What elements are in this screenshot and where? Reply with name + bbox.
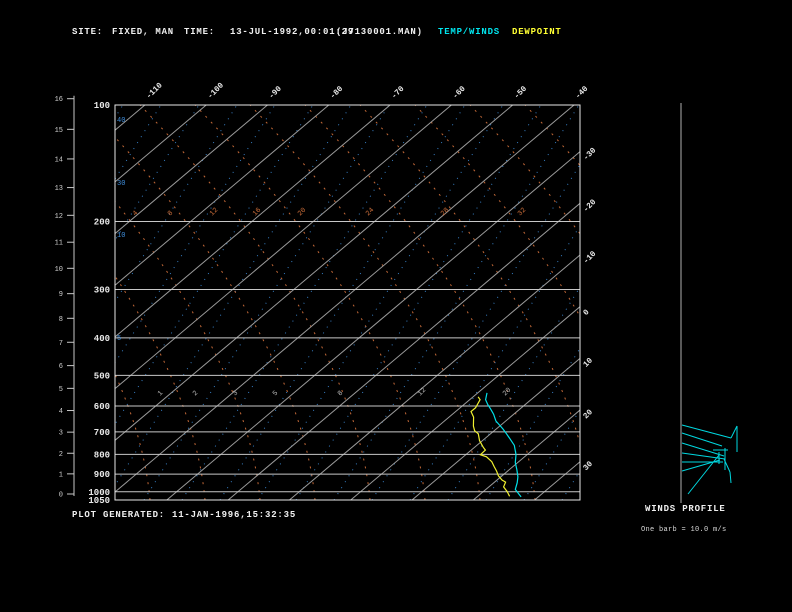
svg-text:800: 800 xyxy=(94,450,110,460)
svg-text:32: 32 xyxy=(516,207,528,219)
svg-text:16: 16 xyxy=(55,96,63,104)
svg-text:-100: -100 xyxy=(206,81,226,101)
svg-text:10: 10 xyxy=(582,356,595,369)
svg-text:-20: -20 xyxy=(582,198,599,215)
svg-text:12: 12 xyxy=(55,213,63,221)
svg-text:12: 12 xyxy=(416,387,428,399)
svg-text:5: 5 xyxy=(117,335,121,343)
svg-text:20: 20 xyxy=(501,387,513,399)
svg-text:24: 24 xyxy=(364,207,376,219)
svg-text:30: 30 xyxy=(117,180,125,188)
svg-text:1: 1 xyxy=(59,471,63,479)
svg-text:2: 2 xyxy=(191,389,200,398)
svg-text:10: 10 xyxy=(55,266,63,274)
svg-text:1050: 1050 xyxy=(88,496,110,506)
svg-text:6: 6 xyxy=(59,363,63,371)
svg-text:20: 20 xyxy=(296,207,308,219)
plot-generated-value: 11-JAN-1996,15:32:35 xyxy=(172,510,297,520)
svg-text:15: 15 xyxy=(55,127,63,135)
skewt-plot-svg: 1002003004005006007008009001000105016151… xyxy=(55,81,738,506)
svg-text:12: 12 xyxy=(208,207,220,219)
svg-text:300: 300 xyxy=(94,286,110,296)
winds-profile-caption: One barb = 10.0 m/s xyxy=(641,526,727,534)
svg-text:11: 11 xyxy=(55,240,63,248)
svg-text:-40: -40 xyxy=(574,84,591,101)
svg-text:40: 40 xyxy=(117,117,125,125)
svg-text:20: 20 xyxy=(582,408,595,421)
svg-text:7: 7 xyxy=(59,340,63,348)
svg-text:2: 2 xyxy=(59,451,63,459)
svg-text:-50: -50 xyxy=(512,84,529,101)
svg-text:-30: -30 xyxy=(582,146,599,163)
svg-text:500: 500 xyxy=(94,371,110,381)
svg-text:5: 5 xyxy=(59,386,63,394)
svg-text:30: 30 xyxy=(582,460,595,473)
svg-text:8: 8 xyxy=(166,209,175,218)
svg-text:-110: -110 xyxy=(145,81,165,101)
svg-text:0: 0 xyxy=(59,492,63,500)
svg-text:100: 100 xyxy=(94,101,110,111)
svg-text:8: 8 xyxy=(336,389,345,398)
svg-text:-70: -70 xyxy=(390,84,407,101)
svg-text:5: 5 xyxy=(271,389,280,398)
plot-generated-label: PLOT GENERATED: xyxy=(72,510,166,520)
svg-text:10: 10 xyxy=(117,232,125,240)
svg-text:16: 16 xyxy=(251,207,263,219)
svg-text:200: 200 xyxy=(94,217,110,227)
svg-text:8: 8 xyxy=(59,316,63,324)
svg-text:1: 1 xyxy=(156,389,165,398)
svg-text:600: 600 xyxy=(94,402,110,412)
svg-text:-60: -60 xyxy=(451,84,468,101)
svg-text:-80: -80 xyxy=(329,84,346,101)
svg-text:0: 0 xyxy=(582,308,592,318)
winds-profile-title: WINDS PROFILE xyxy=(645,504,726,514)
svg-text:400: 400 xyxy=(94,334,110,344)
svg-text:13: 13 xyxy=(55,185,63,193)
svg-text:3: 3 xyxy=(59,430,63,438)
svg-text:9: 9 xyxy=(59,291,63,299)
svg-text:900: 900 xyxy=(94,470,110,480)
svg-text:4: 4 xyxy=(59,408,63,416)
svg-text:-90: -90 xyxy=(267,84,284,101)
skewt-screen: SITE: FIXED, MAN TIME: 13-JUL-1992,00:01… xyxy=(0,0,792,612)
svg-text:14: 14 xyxy=(55,156,63,164)
svg-text:-10: -10 xyxy=(582,249,599,266)
svg-text:700: 700 xyxy=(94,428,110,438)
